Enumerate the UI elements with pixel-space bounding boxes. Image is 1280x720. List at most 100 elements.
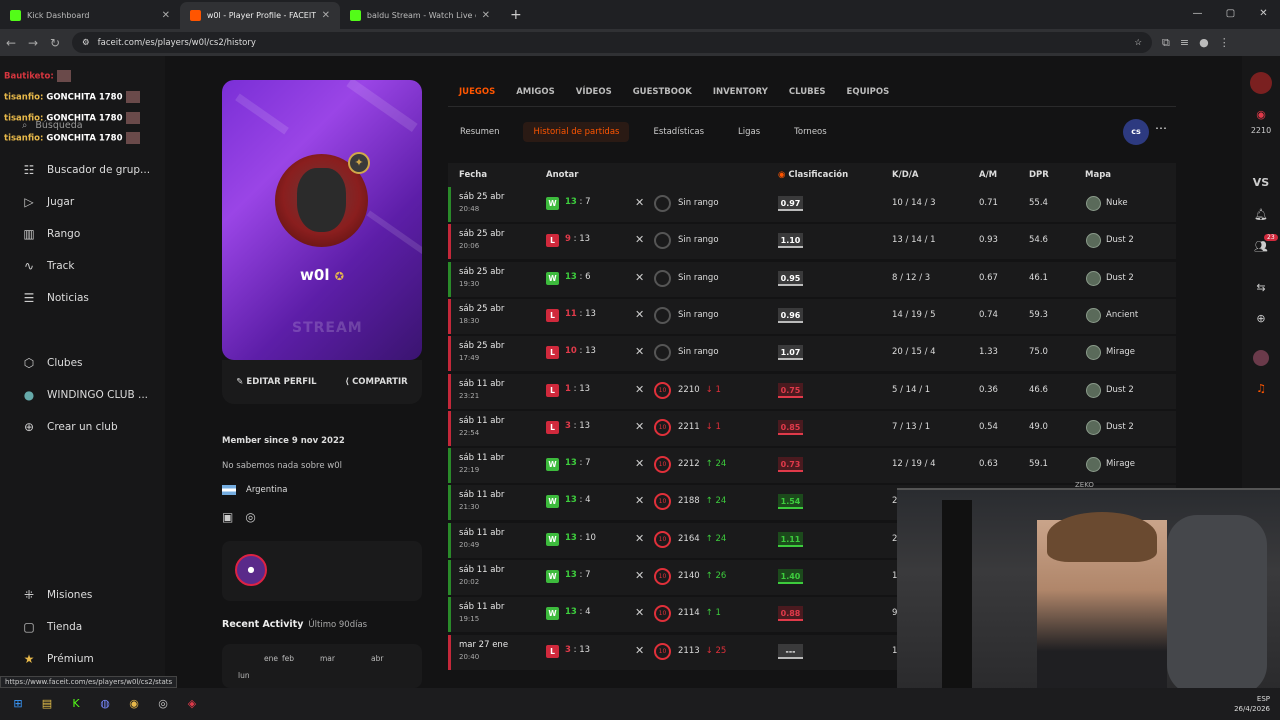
subtab-ligas[interactable]: Ligas — [728, 122, 770, 142]
table-row[interactable]: sáb 25 abr 20:48 W 13 : 7 ✕ Sin rango 0.97 10 /… — [448, 187, 1176, 222]
match-time: 23:21 — [459, 391, 480, 400]
forward-icon[interactable]: → — [22, 36, 44, 50]
map-name: Dust 2 — [1106, 384, 1134, 395]
obs-icon[interactable]: ◎ — [152, 695, 174, 713]
tab-inventory[interactable]: INVENTORY — [713, 87, 768, 97]
reload-icon[interactable]: ↻ — [44, 36, 66, 50]
steam-icon[interactable]: ◎ — [245, 510, 255, 524]
media-icon[interactable]: ≡ — [1180, 36, 1189, 50]
friend-avatar[interactable] — [1242, 350, 1280, 369]
share-button[interactable]: ⟨ COMPARTIR — [345, 377, 407, 387]
sidebar-item-premium[interactable]: ★ Prémium — [22, 652, 94, 666]
match-date: sáb 11 abr — [459, 602, 505, 613]
friends-icon[interactable]: 👥︎ 23 — [1242, 234, 1280, 253]
member-since: Member since 9 nov 2022 — [222, 436, 345, 446]
match-time: 18:30 — [459, 316, 480, 325]
sidebar-item-create-club[interactable]: ⊕ Crear un club — [22, 420, 118, 434]
profile-banner: ✦ w0l ✪ STREAM — [222, 80, 422, 360]
club-box: ● — [222, 541, 422, 601]
cross-swords-icon: ✕ — [635, 569, 645, 582]
am-value: 0.36 — [979, 384, 998, 395]
menu-icon[interactable]: ⋮ — [1219, 36, 1230, 50]
browser-tab-kick[interactable]: Kick Dashboard ✕ — [0, 2, 180, 29]
close-window-icon[interactable]: ✕ — [1247, 0, 1280, 29]
maximize-icon[interactable]: ▢ — [1214, 0, 1247, 29]
file-explorer-icon[interactable]: ▤ — [36, 695, 58, 713]
result-badge: L — [546, 308, 559, 322]
tab-guestbook[interactable]: GUESTBOOK — [633, 87, 692, 97]
user-avatar[interactable] — [1242, 72, 1280, 97]
chrome-icon[interactable]: ◉ — [123, 695, 145, 713]
profile-actions: ✎ EDITAR PERFIL ⟨ COMPARTIR — [222, 360, 422, 404]
site-info-icon[interactable]: ⚙ — [82, 38, 90, 48]
skill-level-icon: 10 — [654, 642, 671, 660]
table-row[interactable]: sáb 11 abr 22:19 W 13 : 7 ✕ 10 2212 ↑ 24 0.73 12 … — [448, 448, 1176, 484]
table-row[interactable]: sáb 11 abr 22:54 L 3 : 13 ✕ 10 2211 ↓ 1 0.85 7 / … — [448, 410, 1176, 446]
rating-value: 0.75 — [778, 382, 803, 398]
subtab-historial[interactable]: Historial de partidas — [523, 122, 630, 142]
cross-swords-icon: ✕ — [635, 345, 645, 359]
sidebar-item-track[interactable]: ∿ Track — [22, 259, 75, 273]
rating-value: --- — [778, 643, 803, 659]
match-date: sáb 11 abr — [459, 490, 505, 501]
result-badge: W — [546, 197, 559, 210]
sidebar-item-shop[interactable]: ▢ Tienda — [22, 620, 82, 634]
bell-icon[interactable]: 🔔︎ — [1242, 208, 1280, 221]
tab-videos[interactable]: VÍDEOS — [576, 87, 612, 97]
club-avatar[interactable]: ● — [235, 554, 267, 586]
twitch-icon[interactable]: ▣ — [222, 510, 233, 524]
minimize-icon[interactable]: — — [1181, 0, 1214, 29]
table-row[interactable]: sáb 25 abr 18:30 L 11 : 13 ✕ Sin rango 0.96 14 … — [448, 298, 1176, 334]
subtab-resumen[interactable]: Resumen — [450, 122, 509, 142]
cross-swords-icon: ✕ — [635, 196, 645, 209]
sidebar-item-rank[interactable]: ▥ Rango — [22, 227, 80, 241]
result-badge: L — [546, 420, 559, 434]
edit-profile-button[interactable]: ✎ EDITAR PERFIL — [236, 377, 316, 387]
tab-juegos[interactable]: JUEGOS — [459, 87, 495, 97]
close-icon[interactable]: ✕ — [482, 10, 490, 21]
result-badge: L — [546, 234, 559, 248]
table-row[interactable]: sáb 25 abr 20:06 L 9 : 13 ✕ Sin rango 1.10 13 /… — [448, 224, 1176, 260]
subtab-torneos[interactable]: Torneos — [784, 122, 837, 142]
kda-value: 7 / 13 / 1 — [892, 421, 931, 432]
tab-clubes[interactable]: CLUBES — [789, 87, 826, 97]
sidebar-item-windingo-club[interactable]: ● WINDINGO CLUB ... — [22, 388, 148, 402]
brave-icon[interactable]: ◈ — [181, 695, 203, 713]
table-row[interactable]: sáb 11 abr 23:21 L 1 : 13 ✕ 10 2210 ↓ 1 0.75 5 / … — [448, 373, 1176, 409]
headset-icon[interactable]: ♫ — [1242, 382, 1280, 395]
subtab-estadisticas[interactable]: Estadísticas — [643, 122, 714, 142]
elo-value: Sin rango — [678, 272, 719, 283]
game-selector[interactable]: cs — [1123, 119, 1149, 145]
tab-equipos[interactable]: EQUIPOS — [847, 87, 890, 97]
close-icon[interactable]: ✕ — [162, 10, 170, 21]
browser-tab-faceit[interactable]: w0l - Player Profile - FACEIT.com ✕ — [180, 2, 340, 29]
add-icon[interactable]: ⊕ — [1242, 312, 1280, 325]
skill-level-icon: 10 — [654, 568, 671, 585]
url-field[interactable]: ⚙ faceit.com/es/players/w0l/cs2/history … — [72, 32, 1152, 53]
vs-button[interactable]: VS — [1242, 176, 1280, 189]
skill-level-icon: 10 — [654, 605, 671, 623]
social-links: ▣ ◎ — [222, 510, 256, 524]
party-icon[interactable]: ⇆ — [1242, 281, 1280, 294]
sidebar-item-clubs[interactable]: ⬡ Clubes — [22, 356, 83, 370]
browser-tab-baldu[interactable]: baldu Stream - Watch Live on Kick ✕ — [340, 2, 500, 29]
profile-icon[interactable]: ● — [1199, 36, 1209, 50]
table-row[interactable]: sáb 25 abr 19:30 W 13 : 6 ✕ Sin rango 0.95 8 / … — [448, 261, 1176, 297]
sidebar-item-missions[interactable]: ⁜ Misiones — [22, 588, 92, 602]
cross-swords-icon: ✕ — [635, 457, 645, 471]
player-name: w0l ✪ — [300, 266, 344, 284]
am-value: 0.54 — [979, 421, 998, 432]
tab-amigos[interactable]: AMIGOS — [516, 87, 555, 97]
back-icon[interactable]: ← — [0, 36, 22, 50]
table-row[interactable]: sáb 25 abr 17:49 L 10 : 13 ✕ Sin rango 1.07 20 … — [448, 336, 1176, 372]
new-tab-button[interactable]: + — [500, 2, 532, 29]
discord-icon[interactable]: ◍ — [94, 695, 116, 713]
kick-app-icon[interactable]: K — [65, 695, 87, 713]
sidebar-item-news[interactable]: ☰ Noticias — [22, 291, 89, 305]
more-options-icon[interactable]: ⋯ — [1155, 121, 1167, 135]
match-score: 13 : 10 — [565, 532, 596, 543]
close-icon[interactable]: ✕ — [322, 10, 330, 21]
bookmark-star-icon[interactable]: ☆ — [1134, 38, 1142, 48]
extensions-icon[interactable]: ⧉ — [1162, 36, 1170, 50]
windows-start-icon[interactable]: ⊞ — [7, 695, 29, 713]
